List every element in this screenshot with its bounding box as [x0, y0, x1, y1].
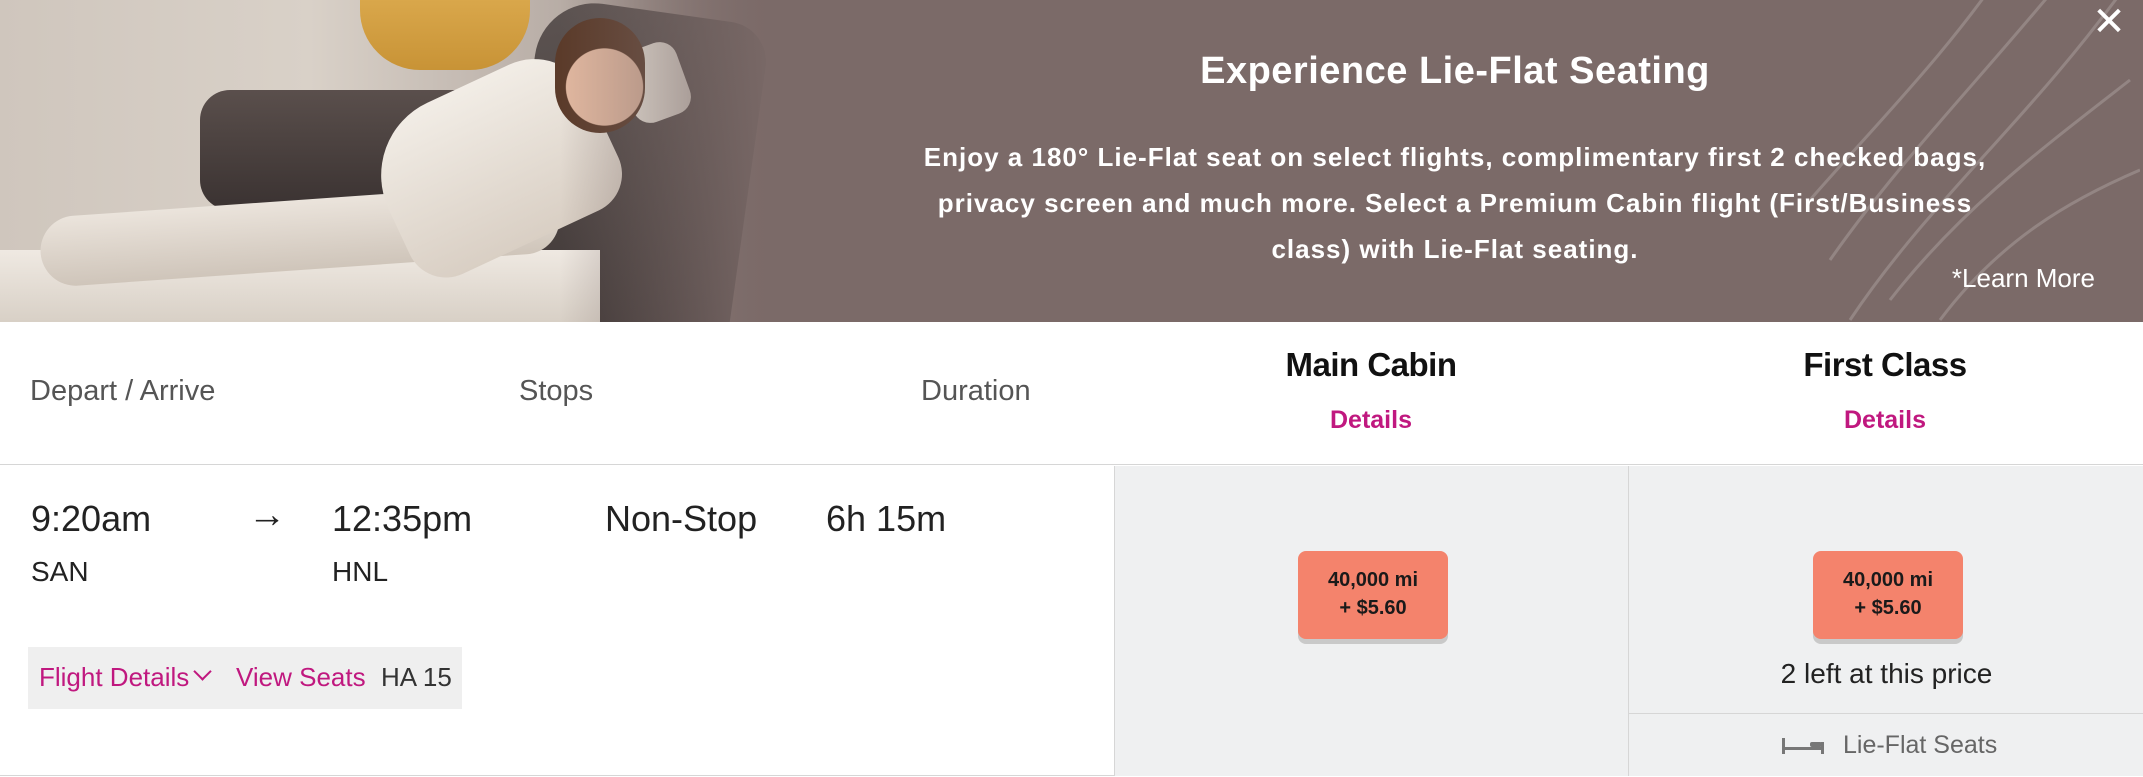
lie-flat-feature: Lie-Flat Seats	[1629, 713, 2143, 776]
column-header-stops: Stops	[519, 375, 594, 407]
banner-title: Experience Lie-Flat Seating	[1200, 50, 1710, 92]
first-class-details-link[interactable]: Details	[1705, 406, 2065, 435]
view-seats-link[interactable]: View Seats	[236, 662, 366, 693]
learn-more-link[interactable]: *Learn More	[1952, 263, 2095, 294]
cabin-name: First Class	[1803, 346, 1967, 383]
price-miles: 40,000 mi	[1842, 569, 1934, 591]
first-class-price-button[interactable]: 40,000 mi + $5.60	[1813, 551, 1963, 639]
main-cabin-price-button[interactable]: 40,000 mi + $5.60	[1298, 551, 1448, 639]
price-fee: + $5.60	[1854, 597, 1922, 619]
lie-flat-bed-icon	[1782, 738, 1824, 754]
banner-description: Enjoy a 180° Lie-Flat seat on select fli…	[923, 142, 1987, 264]
cabin-header-first: First Class Details	[1705, 346, 2065, 435]
flight-row: 9:20am → 12:35pm SAN HNL Non-Stop 6h 15m…	[0, 466, 2143, 776]
arrive-airport: HNL	[332, 556, 389, 587]
arrive-time: 12:35pm	[332, 498, 473, 539]
cabin-header-main: Main Cabin Details	[1191, 346, 1551, 435]
column-header-duration: Duration	[921, 375, 1031, 407]
flight-number: HA 15	[381, 662, 452, 692]
depart-airport: SAN	[31, 556, 89, 587]
price-fee: + $5.60	[1339, 597, 1407, 619]
column-header-depart-arrive: Depart / Arrive	[30, 375, 216, 407]
fare-cell-first-class: 40,000 mi + $5.60 2 left at this price L…	[1628, 466, 2143, 776]
close-icon[interactable]: ✕	[2091, 2, 2127, 42]
arrow-right-icon: →	[248, 494, 286, 536]
lie-flat-label: Lie-Flat Seats	[1843, 731, 1998, 759]
price-miles: 40,000 mi	[1327, 569, 1419, 591]
duration-value: 6h 15m	[826, 498, 947, 539]
lie-flat-promo-banner: Experience Lie-Flat Seating Enjoy a 180°…	[0, 0, 2143, 322]
fare-cell-main-cabin: 40,000 mi + $5.60	[1114, 466, 1628, 776]
flight-details-link[interactable]: Flight Details	[39, 662, 189, 693]
main-cabin-details-link[interactable]: Details	[1191, 406, 1551, 435]
flight-links-bar: Flight Details View Seats HA 15	[28, 647, 462, 709]
chevron-down-icon[interactable]	[193, 662, 212, 681]
lie-flat-seat-photo	[0, 0, 780, 322]
depart-time: 9:20am	[31, 498, 152, 539]
results-header-row: Depart / Arrive Stops Duration Main Cabi…	[0, 322, 2143, 465]
stops-value: Non-Stop	[605, 498, 758, 539]
cabin-name: Main Cabin	[1285, 346, 1457, 383]
seats-left-note: 2 left at this price	[1780, 658, 1993, 689]
